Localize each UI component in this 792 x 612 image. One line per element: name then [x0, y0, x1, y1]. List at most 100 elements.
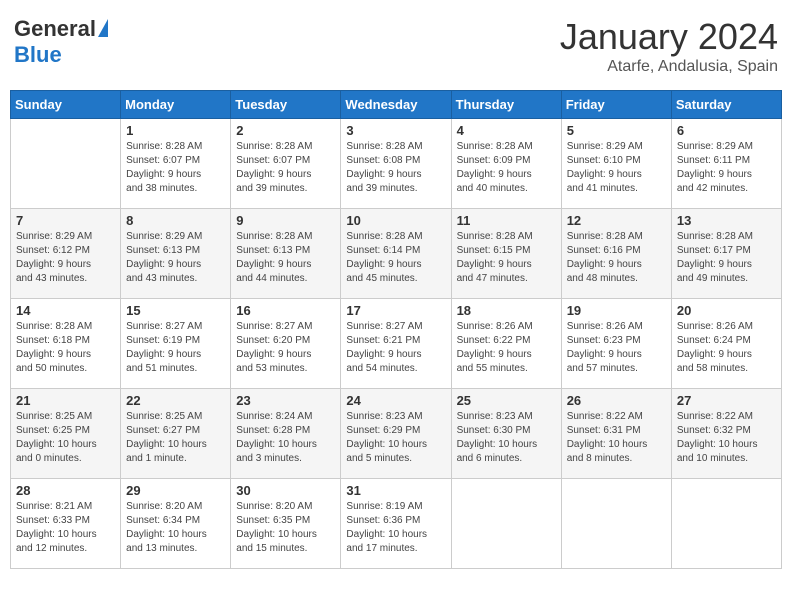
day-number: 24 — [346, 393, 445, 408]
day-of-week-header: Tuesday — [231, 91, 341, 119]
calendar-cell: 7 Sunrise: 8:29 AM Sunset: 6:12 PM Daylig… — [11, 209, 121, 299]
calendar-cell: 16 Sunrise: 8:27 AM Sunset: 6:20 PM Dayli… — [231, 299, 341, 389]
logo: General Blue — [14, 16, 108, 68]
day-info: Sunrise: 8:24 AM Sunset: 6:28 PM Dayligh… — [236, 410, 335, 466]
calendar-cell: 15Sunrise: 8:27 AM Sunset: 6:19 PM Dayli… — [121, 299, 231, 389]
day-number: 8 — [126, 213, 225, 228]
day-number: 5 — [567, 123, 666, 138]
calendar-week-row: 28 Sunrise: 8:21 AM Sunset: 6:33 PM Dayli… — [11, 479, 782, 569]
calendar-week-row: 7 Sunrise: 8:29 AM Sunset: 6:12 PM Daylig… — [11, 209, 782, 299]
day-number: 2 — [236, 123, 335, 138]
day-number: 16 — [236, 303, 335, 318]
day-of-week-header: Monday — [121, 91, 231, 119]
calendar-header-row: SundayMondayTuesdayWednesdayThursdayFrid… — [11, 91, 782, 119]
calendar-cell: 1 Sunrise: 8:28 AM Sunset: 6:07 PM Daylig… — [121, 119, 231, 209]
day-info: Sunrise: 8:29 AM Sunset: 6:13 PM Dayligh… — [126, 230, 225, 286]
day-number: 3 — [346, 123, 445, 138]
day-number: 26 — [567, 393, 666, 408]
calendar-cell: 19Sunrise: 8:26 AM Sunset: 6:23 PM Dayli… — [561, 299, 671, 389]
day-info: Sunrise: 8:28 AM Sunset: 6:18 PM Dayligh… — [16, 320, 115, 376]
calendar-cell: 31 Sunrise: 8:19 AM Sunset: 6:36 PM Dayli… — [341, 479, 451, 569]
day-number: 11 — [457, 213, 556, 228]
day-info: Sunrise: 8:27 AM Sunset: 6:21 PM Dayligh… — [346, 320, 445, 376]
day-number: 6 — [677, 123, 776, 138]
calendar-cell: 18 Sunrise: 8:26 AM Sunset: 6:22 PM Dayli… — [451, 299, 561, 389]
day-info: Sunrise: 8:22 AM Sunset: 6:31 PM Dayligh… — [567, 410, 666, 466]
day-number: 9 — [236, 213, 335, 228]
calendar-table: SundayMondayTuesdayWednesdayThursdayFrid… — [10, 90, 782, 569]
day-number: 7 — [16, 213, 115, 228]
day-info: Sunrise: 8:26 AM Sunset: 6:22 PM Dayligh… — [457, 320, 556, 376]
day-info: Sunrise: 8:29 AM Sunset: 6:11 PM Dayligh… — [677, 140, 776, 196]
day-number: 23 — [236, 393, 335, 408]
day-info: Sunrise: 8:22 AM Sunset: 6:32 PM Dayligh… — [677, 410, 776, 466]
day-number: 21 — [16, 393, 115, 408]
calendar-cell: 4 Sunrise: 8:28 AM Sunset: 6:09 PM Daylig… — [451, 119, 561, 209]
day-info: Sunrise: 8:28 AM Sunset: 6:17 PM Dayligh… — [677, 230, 776, 286]
calendar-week-row: 1 Sunrise: 8:28 AM Sunset: 6:07 PM Daylig… — [11, 119, 782, 209]
day-info: Sunrise: 8:26 AM Sunset: 6:23 PM Dayligh… — [567, 320, 666, 376]
calendar-cell: 17 Sunrise: 8:27 AM Sunset: 6:21 PM Dayli… — [341, 299, 451, 389]
day-number: 4 — [457, 123, 556, 138]
calendar-week-row: 14Sunrise: 8:28 AM Sunset: 6:18 PM Dayli… — [11, 299, 782, 389]
calendar-cell: 23 Sunrise: 8:24 AM Sunset: 6:28 PM Dayli… — [231, 389, 341, 479]
day-number: 20 — [677, 303, 776, 318]
day-info: Sunrise: 8:28 AM Sunset: 6:07 PM Dayligh… — [126, 140, 225, 196]
day-number: 27 — [677, 393, 776, 408]
calendar-cell: 27 Sunrise: 8:22 AM Sunset: 6:32 PM Dayli… — [671, 389, 781, 479]
day-number: 29 — [126, 483, 225, 498]
calendar-cell: 28 Sunrise: 8:21 AM Sunset: 6:33 PM Dayli… — [11, 479, 121, 569]
day-info: Sunrise: 8:23 AM Sunset: 6:30 PM Dayligh… — [457, 410, 556, 466]
location-subtitle: Atarfe, Andalusia, Spain — [560, 58, 778, 76]
logo-general-text: General — [14, 16, 96, 42]
day-info: Sunrise: 8:19 AM Sunset: 6:36 PM Dayligh… — [346, 500, 445, 556]
calendar-cell — [11, 119, 121, 209]
day-info: Sunrise: 8:25 AM Sunset: 6:27 PM Dayligh… — [126, 410, 225, 466]
day-info: Sunrise: 8:28 AM Sunset: 6:14 PM Dayligh… — [346, 230, 445, 286]
logo-blue-text: Blue — [14, 42, 62, 68]
calendar-cell: 2Sunrise: 8:28 AM Sunset: 6:07 PM Daylig… — [231, 119, 341, 209]
day-info: Sunrise: 8:29 AM Sunset: 6:12 PM Dayligh… — [16, 230, 115, 286]
day-number: 12 — [567, 213, 666, 228]
day-number: 31 — [346, 483, 445, 498]
day-of-week-header: Wednesday — [341, 91, 451, 119]
calendar-cell: 3 Sunrise: 8:28 AM Sunset: 6:08 PM Daylig… — [341, 119, 451, 209]
calendar-cell: 20 Sunrise: 8:26 AM Sunset: 6:24 PM Dayli… — [671, 299, 781, 389]
day-number: 17 — [346, 303, 445, 318]
day-info: Sunrise: 8:23 AM Sunset: 6:29 PM Dayligh… — [346, 410, 445, 466]
calendar-cell: 13 Sunrise: 8:28 AM Sunset: 6:17 PM Dayli… — [671, 209, 781, 299]
day-info: Sunrise: 8:27 AM Sunset: 6:20 PM Dayligh… — [236, 320, 335, 376]
day-number: 30 — [236, 483, 335, 498]
day-number: 22 — [126, 393, 225, 408]
calendar-cell — [451, 479, 561, 569]
day-number: 18 — [457, 303, 556, 318]
calendar-cell: 8 Sunrise: 8:29 AM Sunset: 6:13 PM Daylig… — [121, 209, 231, 299]
day-info: Sunrise: 8:28 AM Sunset: 6:08 PM Dayligh… — [346, 140, 445, 196]
day-of-week-header: Thursday — [451, 91, 561, 119]
calendar-cell: 21 Sunrise: 8:25 AM Sunset: 6:25 PM Dayli… — [11, 389, 121, 479]
day-number: 13 — [677, 213, 776, 228]
calendar-cell: 25 Sunrise: 8:23 AM Sunset: 6:30 PM Dayli… — [451, 389, 561, 479]
day-info: Sunrise: 8:21 AM Sunset: 6:33 PM Dayligh… — [16, 500, 115, 556]
calendar-cell: 6 Sunrise: 8:29 AM Sunset: 6:11 PM Daylig… — [671, 119, 781, 209]
calendar-cell: 24 Sunrise: 8:23 AM Sunset: 6:29 PM Dayli… — [341, 389, 451, 479]
calendar-cell: 10 Sunrise: 8:28 AM Sunset: 6:14 PM Dayli… — [341, 209, 451, 299]
calendar-cell: 30Sunrise: 8:20 AM Sunset: 6:35 PM Dayli… — [231, 479, 341, 569]
calendar-cell: 14Sunrise: 8:28 AM Sunset: 6:18 PM Dayli… — [11, 299, 121, 389]
day-info: Sunrise: 8:27 AM Sunset: 6:19 PM Dayligh… — [126, 320, 225, 376]
day-number: 25 — [457, 393, 556, 408]
day-of-week-header: Friday — [561, 91, 671, 119]
day-info: Sunrise: 8:28 AM Sunset: 6:13 PM Dayligh… — [236, 230, 335, 286]
day-info: Sunrise: 8:28 AM Sunset: 6:09 PM Dayligh… — [457, 140, 556, 196]
day-info: Sunrise: 8:25 AM Sunset: 6:25 PM Dayligh… — [16, 410, 115, 466]
calendar-cell: 26 Sunrise: 8:22 AM Sunset: 6:31 PM Dayli… — [561, 389, 671, 479]
calendar-cell — [671, 479, 781, 569]
day-number: 1 — [126, 123, 225, 138]
calendar-cell — [561, 479, 671, 569]
calendar-week-row: 21 Sunrise: 8:25 AM Sunset: 6:25 PM Dayli… — [11, 389, 782, 479]
calendar-cell: 29Sunrise: 8:20 AM Sunset: 6:34 PM Dayli… — [121, 479, 231, 569]
day-number: 10 — [346, 213, 445, 228]
day-number: 28 — [16, 483, 115, 498]
day-info: Sunrise: 8:26 AM Sunset: 6:24 PM Dayligh… — [677, 320, 776, 376]
calendar-cell: 9 Sunrise: 8:28 AM Sunset: 6:13 PM Daylig… — [231, 209, 341, 299]
